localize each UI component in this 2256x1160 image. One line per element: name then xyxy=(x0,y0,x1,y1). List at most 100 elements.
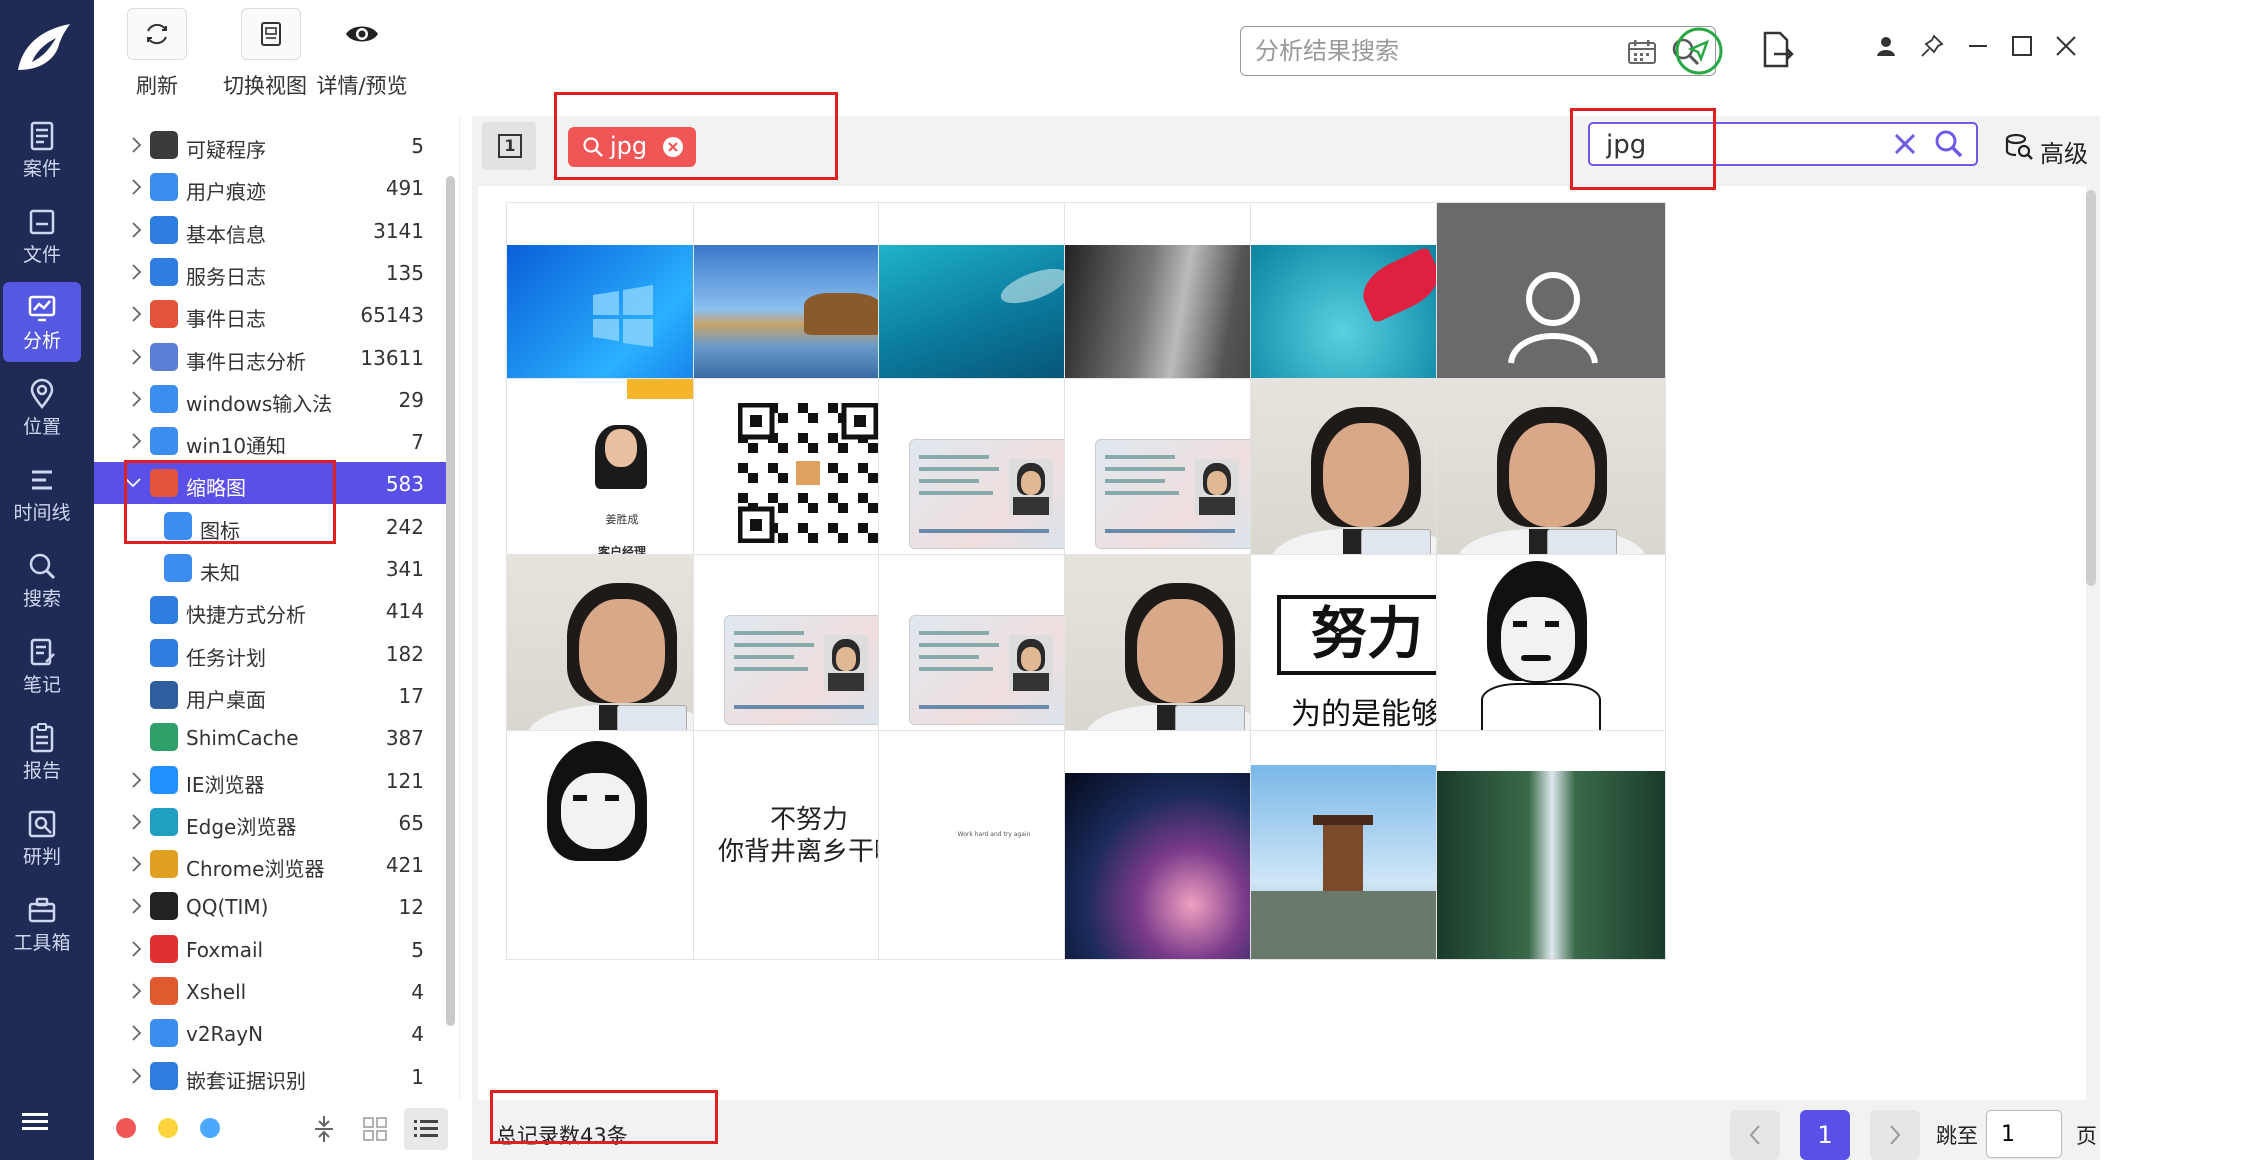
nav-item-location[interactable]: 位置 xyxy=(3,368,81,448)
chevron-right-icon[interactable] xyxy=(128,305,146,323)
nav-item-search[interactable]: 搜索 xyxy=(3,540,81,620)
remove-tag-icon[interactable] xyxy=(662,136,684,158)
calendar-icon[interactable] xyxy=(1627,39,1657,69)
tree-item[interactable]: 事件日志 65143 xyxy=(94,293,450,335)
blue-dot-icon[interactable] xyxy=(200,1118,220,1138)
tree-item-icon xyxy=(150,215,178,244)
chevron-right-icon[interactable] xyxy=(128,432,146,450)
total-records: 总记录数43条 xyxy=(496,1124,628,1148)
chevron-right-icon[interactable] xyxy=(128,348,146,366)
user-button[interactable] xyxy=(1874,34,1898,62)
tree-item[interactable]: 图标 242 xyxy=(94,505,450,547)
nav-item-timeline[interactable]: 时间线 xyxy=(3,454,81,534)
tree-item[interactable]: 基本信息 3141 xyxy=(94,209,450,251)
list-view-icon[interactable] xyxy=(404,1108,448,1150)
chevron-right-icon[interactable] xyxy=(128,263,146,281)
next-page-button[interactable] xyxy=(1870,1110,1920,1160)
tree-item[interactable]: QQ(TIM) 12 xyxy=(94,885,450,927)
pin-window-button[interactable] xyxy=(1920,34,1944,62)
chevron-down-icon[interactable] xyxy=(124,474,142,492)
sidebar-scrollbar[interactable] xyxy=(446,176,455,1026)
chevron-right-icon[interactable] xyxy=(128,390,146,408)
grid-view-icon[interactable] xyxy=(362,1116,388,1146)
search-icon[interactable] xyxy=(1934,129,1964,159)
tree-item[interactable]: 快捷方式分析 414 xyxy=(94,589,450,631)
tree-item[interactable]: 缩略图 583 xyxy=(94,462,450,505)
prev-page-button[interactable] xyxy=(1730,1110,1780,1160)
tree-item-label: Foxmail xyxy=(186,937,264,962)
nav-item-label: 搜索 xyxy=(22,588,61,610)
location-icon xyxy=(30,378,54,410)
tree-item[interactable]: v2RayN 4 xyxy=(94,1012,450,1054)
menu-icon[interactable] xyxy=(20,1110,50,1138)
location-pin-button[interactable] xyxy=(1674,26,1724,80)
nav-item-report[interactable]: 报告 xyxy=(3,712,81,792)
tree-item[interactable]: 可疑程序 5 xyxy=(94,124,450,166)
tree-item[interactable]: windows输入法 29 xyxy=(94,378,450,420)
filter-tag-label: jpg xyxy=(610,132,648,160)
tree-item[interactable]: 服务日志 135 xyxy=(94,251,450,293)
tree-item[interactable]: Edge浏览器 65 xyxy=(94,801,450,843)
tree-item[interactable]: Xshell 4 xyxy=(94,970,450,1012)
tree-item[interactable]: win10通知 7 xyxy=(94,420,450,462)
page-1-button[interactable]: 1 xyxy=(1800,1110,1850,1160)
nav-item-judge[interactable]: 研判 xyxy=(3,798,81,878)
tree-item-count: 65143 xyxy=(360,303,424,328)
nav-item-toolbox[interactable]: 工具箱 xyxy=(3,884,81,964)
tree-item[interactable]: 用户桌面 17 xyxy=(94,674,450,716)
jump-page-input[interactable] xyxy=(1986,1110,2062,1158)
chevron-right-icon[interactable] xyxy=(128,855,146,873)
nav-item-file[interactable]: 文件 xyxy=(3,196,81,276)
tree-item[interactable]: Foxmail 5 xyxy=(94,928,450,970)
nav-item-label: 位置 xyxy=(22,416,61,438)
detail-preview-button[interactable]: 详情/预览 xyxy=(300,8,424,100)
tree-item[interactable]: 任务计划 182 xyxy=(94,632,450,674)
timeline-icon xyxy=(32,470,52,490)
result-search-input[interactable] xyxy=(1255,37,1615,65)
tree-item-count: 583 xyxy=(385,472,424,497)
clear-icon[interactable] xyxy=(1892,131,1918,157)
tree-item-label: 用户痕迹 xyxy=(186,180,266,205)
tree-item[interactable]: 用户痕迹 491 xyxy=(94,166,450,208)
chevron-right-icon[interactable] xyxy=(128,136,146,154)
tree-item[interactable]: 事件日志分析 13611 xyxy=(94,336,450,378)
minimize-button[interactable] xyxy=(1966,34,1990,62)
advanced-search-button[interactable]: 高级 xyxy=(2004,128,2094,168)
tab-number-button[interactable]: 1 xyxy=(482,122,536,170)
collapse-icon[interactable] xyxy=(312,1114,336,1148)
filter-tag-chip[interactable]: jpg xyxy=(568,127,696,167)
export-button[interactable] xyxy=(1760,30,1796,74)
tree-item-icon xyxy=(150,723,178,752)
grid-scrollbar[interactable] xyxy=(2086,190,2096,586)
tree-item[interactable]: 嵌套证据识别 1 xyxy=(94,1055,450,1097)
chevron-right-icon[interactable] xyxy=(128,771,146,789)
refresh-button[interactable]: 刷新 xyxy=(124,8,190,100)
tree-item-label: ShimCache xyxy=(186,726,299,751)
chevron-right-icon[interactable] xyxy=(128,897,146,915)
advanced-search-icon xyxy=(2005,133,2033,160)
chevron-right-icon[interactable] xyxy=(128,1024,146,1042)
yellow-dot-icon[interactable] xyxy=(158,1118,178,1138)
chevron-right-icon[interactable] xyxy=(128,813,146,831)
filter-input[interactable] xyxy=(1606,130,1886,160)
chevron-right-icon[interactable] xyxy=(128,178,146,196)
tree-item-icon xyxy=(150,850,178,879)
nav-item-case[interactable]: 案件 xyxy=(3,110,81,190)
chevron-right-icon[interactable] xyxy=(128,982,146,1000)
tree-item[interactable]: Chrome浏览器 421 xyxy=(94,843,450,885)
chevron-right-icon[interactable] xyxy=(128,940,146,958)
nav-item-analysis[interactable]: 分析 xyxy=(3,282,81,362)
nav-item-note[interactable]: 笔记 xyxy=(3,626,81,706)
chevron-right-icon[interactable] xyxy=(128,1067,146,1085)
thumbnail-card[interactable] xyxy=(1436,730,1666,960)
chevron-right-icon[interactable] xyxy=(128,221,146,239)
nav-item-label: 案件 xyxy=(22,158,61,180)
maximize-button[interactable] xyxy=(2010,34,2034,62)
close-button[interactable] xyxy=(2054,34,2078,62)
tree-item-icon xyxy=(150,131,178,159)
tree-item[interactable]: ShimCache 387 xyxy=(94,716,450,758)
jump-label: 跳至 xyxy=(1936,1124,1978,1148)
red-dot-icon[interactable] xyxy=(116,1118,136,1138)
tree-item[interactable]: 未知 341 xyxy=(94,547,450,589)
tree-item[interactable]: IE浏览器 121 xyxy=(94,759,450,801)
